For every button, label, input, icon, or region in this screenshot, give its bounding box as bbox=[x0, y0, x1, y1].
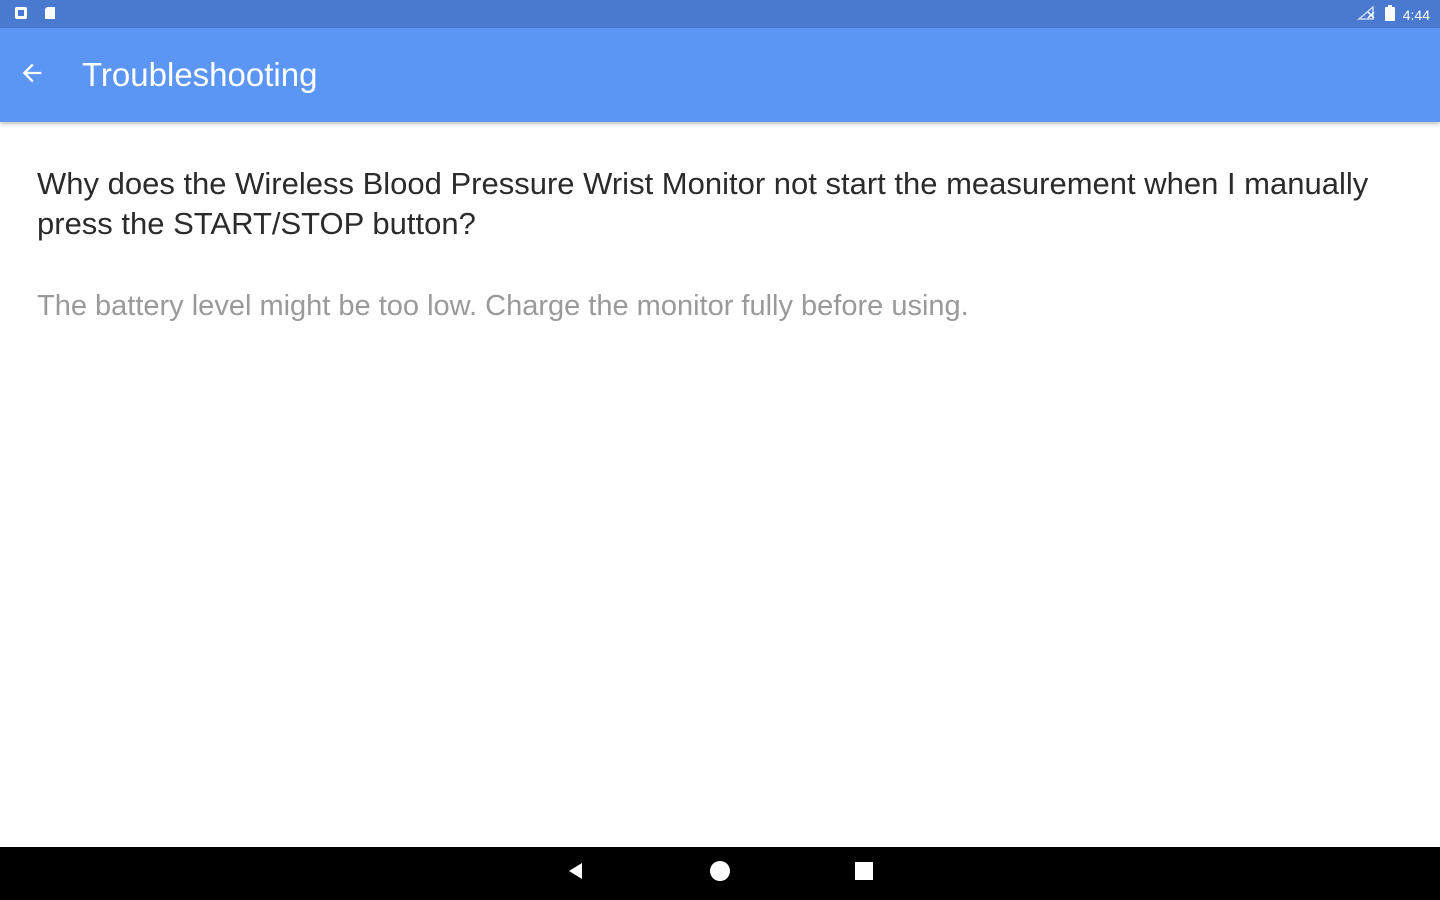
sd-card-icon bbox=[44, 6, 56, 25]
faq-answer: The battery level might be too low. Char… bbox=[37, 290, 969, 322]
faq-question: Why does the Wireless Blood Pressure Wri… bbox=[37, 166, 1369, 241]
status-bar: 4:44 bbox=[0, 0, 1440, 28]
back-button[interactable] bbox=[10, 53, 54, 97]
status-left-icons bbox=[14, 6, 56, 25]
home-circle-icon bbox=[709, 860, 731, 887]
status-right-icons: 4:44 bbox=[1356, 5, 1430, 24]
back-triangle-icon bbox=[566, 861, 586, 886]
recents-square-icon bbox=[854, 861, 874, 886]
navigation-bar bbox=[0, 847, 1440, 900]
nav-recents-button[interactable] bbox=[844, 855, 884, 891]
page-title: Troubleshooting bbox=[82, 56, 318, 93]
battery-icon bbox=[1384, 5, 1395, 24]
arrow-left-icon bbox=[18, 59, 46, 92]
nav-home-button[interactable] bbox=[700, 855, 740, 891]
faq-content: Why does the Wireless Blood Pressure Wri… bbox=[37, 164, 1377, 326]
nav-back-button[interactable] bbox=[556, 855, 596, 891]
app-bar: Troubleshooting bbox=[0, 28, 1440, 122]
notification-icon bbox=[14, 6, 28, 25]
status-time: 4:44 bbox=[1402, 6, 1430, 23]
no-signal-icon bbox=[1356, 5, 1377, 23]
